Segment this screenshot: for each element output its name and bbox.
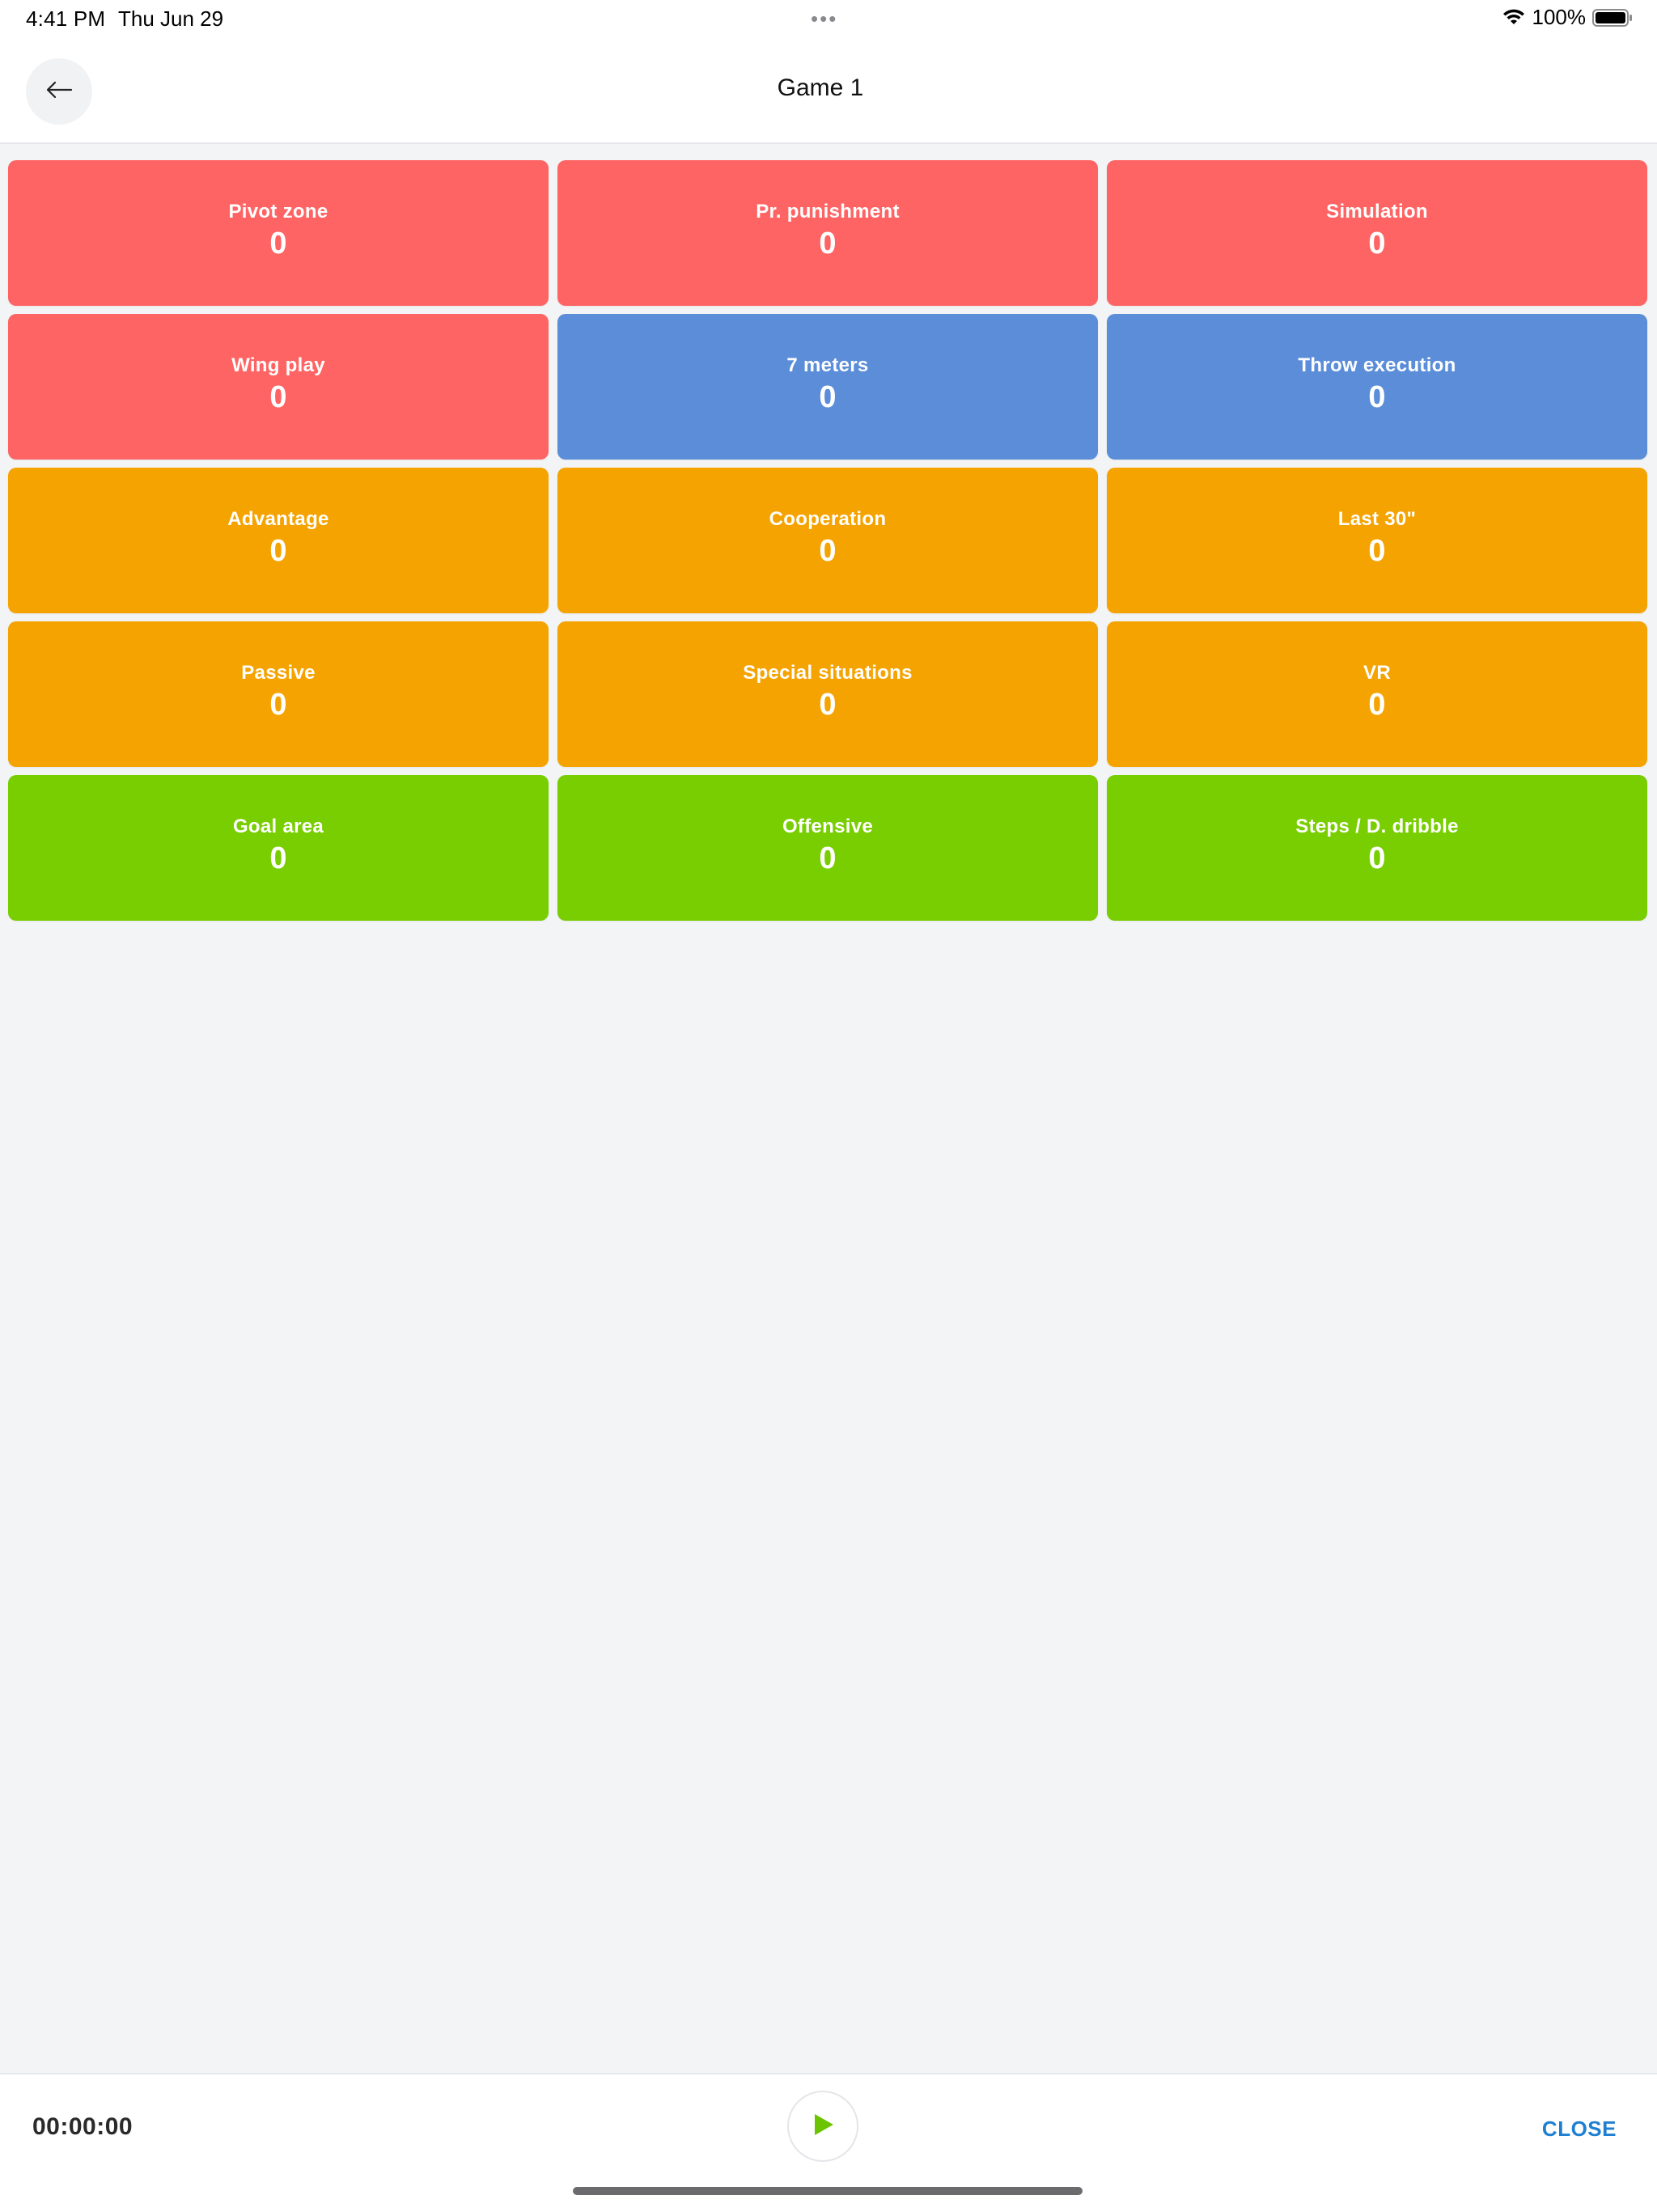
tile-label: 7 meters (786, 354, 869, 376)
tile-count: 0 (819, 380, 837, 414)
tile-count: 0 (269, 688, 287, 722)
tile-label: Special situations (743, 662, 913, 684)
stat-tile-simulation[interactable]: Simulation 0 (1107, 160, 1647, 306)
play-button[interactable] (787, 2091, 858, 2162)
tile-count: 0 (1368, 534, 1386, 568)
status-date: Thu Jun 29 (118, 6, 224, 31)
tile-count: 0 (269, 227, 287, 261)
tile-label: Simulation (1326, 201, 1428, 222)
stat-tile-cooperation[interactable]: Cooperation 0 (557, 468, 1098, 613)
status-time: 4:41 PM (26, 6, 106, 31)
stat-tile-offensive[interactable]: Offensive 0 (557, 775, 1098, 921)
tile-label: Throw execution (1298, 354, 1456, 376)
game-timer: 00:00:00 (32, 2113, 133, 2140)
tile-count: 0 (269, 534, 287, 568)
tile-count: 0 (1368, 227, 1386, 261)
tile-label: Pivot zone (228, 201, 328, 222)
page-title: Game 1 (777, 74, 864, 101)
stat-tile-throw-execution[interactable]: Throw execution 0 (1107, 314, 1647, 460)
tile-count: 0 (269, 841, 287, 875)
stat-tile-special-situations[interactable]: Special situations 0 (557, 621, 1098, 767)
stat-tile-goal-area[interactable]: Goal area 0 (8, 775, 549, 921)
stat-tile-7-meters[interactable]: 7 meters 0 (557, 314, 1098, 460)
multitasking-dots[interactable]: ••• (811, 6, 837, 32)
wifi-icon (1502, 8, 1526, 28)
home-indicator[interactable] (573, 2187, 1083, 2195)
tile-label: Goal area (232, 816, 324, 837)
close-button[interactable]: CLOSE (1542, 2117, 1617, 2142)
tile-label: Steps / D. dribble (1295, 816, 1459, 837)
tile-count: 0 (819, 841, 837, 875)
battery-percentage: 100% (1532, 5, 1587, 29)
tile-label: Wing play (231, 354, 325, 376)
tile-label: Advantage (227, 508, 329, 530)
play-icon (810, 2112, 836, 2142)
tile-count: 0 (1368, 688, 1386, 722)
tile-label: Offensive (782, 816, 874, 837)
tile-count: 0 (269, 380, 287, 414)
tile-count: 0 (1368, 841, 1386, 875)
stat-tile-steps-double-dribble[interactable]: Steps / D. dribble 0 (1107, 775, 1647, 921)
tile-count: 0 (819, 227, 837, 261)
tile-count: 0 (1368, 380, 1386, 414)
tile-label: Passive (241, 662, 316, 684)
tile-count: 0 (819, 534, 837, 568)
stat-tile-passive[interactable]: Passive 0 (8, 621, 549, 767)
stat-tile-pivot-zone[interactable]: Pivot zone 0 (8, 160, 549, 306)
tile-label: Cooperation (769, 508, 887, 530)
tile-label: Pr. punishment (756, 201, 900, 222)
stat-tile-pr-punishment[interactable]: Pr. punishment 0 (557, 160, 1098, 306)
header: Game 1 (0, 39, 1657, 144)
stat-tile-vr[interactable]: VR 0 (1107, 621, 1647, 767)
stat-tiles-grid: Pivot zone 0 Pr. punishment 0 Simulation… (8, 160, 1647, 921)
tile-label: Last 30" (1337, 508, 1417, 530)
status-indicators: 100% (1502, 5, 1634, 30)
tile-label: VR (1363, 662, 1391, 684)
stat-tile-wing-play[interactable]: Wing play 0 (8, 314, 549, 460)
stat-tile-last-30[interactable]: Last 30" 0 (1107, 468, 1647, 613)
stat-tile-advantage[interactable]: Advantage 0 (8, 468, 549, 613)
tile-count: 0 (819, 688, 837, 722)
status-bar: 4:41 PM Thu Jun 29 ••• 100% (0, 0, 1657, 39)
battery-icon (1592, 8, 1633, 28)
